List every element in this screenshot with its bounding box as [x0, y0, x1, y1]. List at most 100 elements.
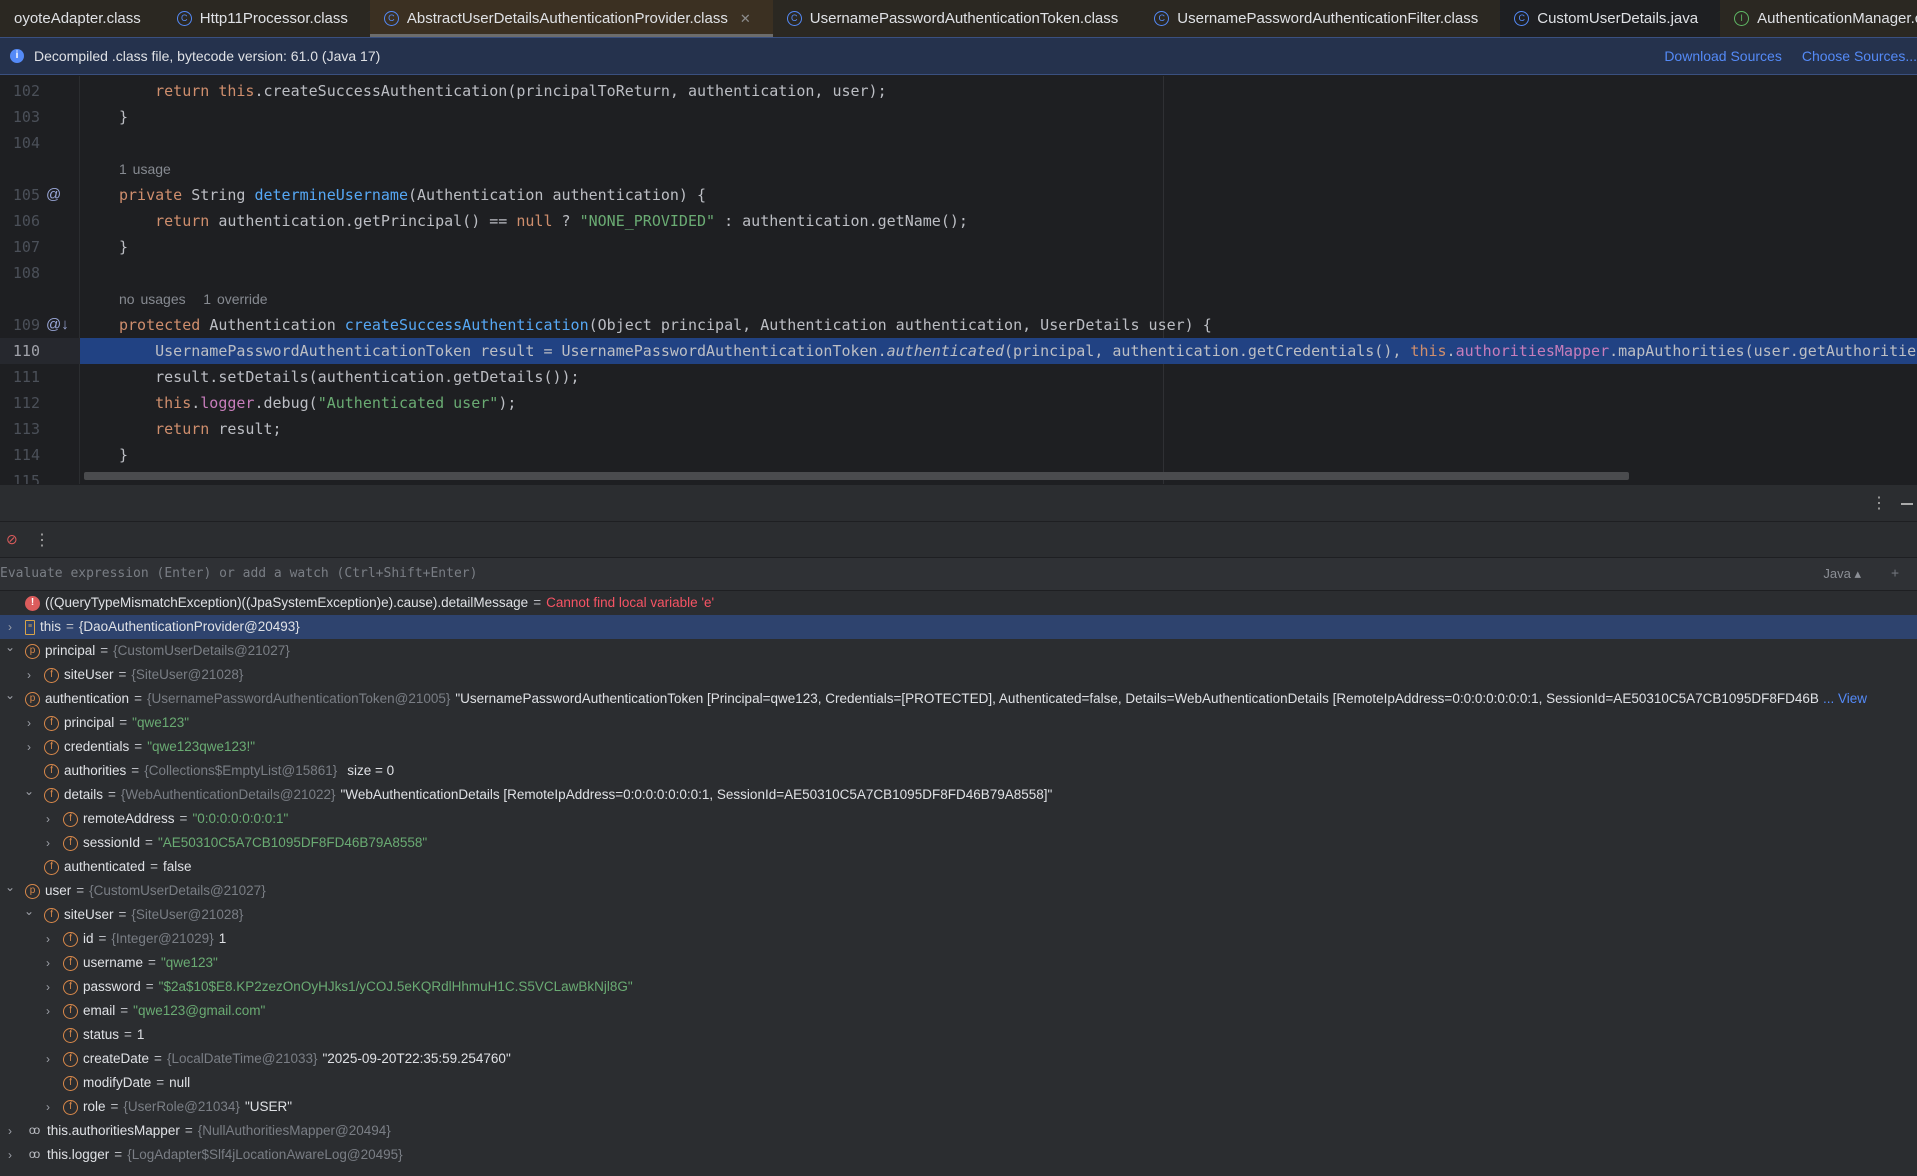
variable-row[interactable]: ⌄ p authentication = {UsernamePasswordAuthen…	[0, 687, 1917, 711]
download-sources-link[interactable]: Download Sources	[1664, 48, 1782, 64]
variable-row[interactable]: ⌄ p principal = {CustomUserDetails@21027}	[0, 639, 1917, 663]
variable-row[interactable]: f status = 1	[0, 1023, 1917, 1047]
annotation-gutter-icon[interactable]: @	[46, 182, 61, 208]
tab-5[interactable]: C CustomUserDetails.java	[1500, 0, 1721, 37]
field-icon: f	[63, 835, 78, 851]
code-token: .mapAuthorities(user.getAuthorities()));	[1609, 342, 1917, 360]
variable-row[interactable]: › f role = {UserRole@21034} "USER"	[0, 1095, 1917, 1119]
variable-row[interactable]: › oo this.authoritiesMapper = {NullAuthoriti…	[0, 1119, 1917, 1143]
code-line: 106 return authentication.getPrincipal()…	[0, 208, 1917, 234]
chevron-right-icon[interactable]: ›	[42, 807, 54, 831]
equals-sign: =	[533, 595, 542, 610]
variable-body: f credentials = "qwe123qwe123!"	[44, 735, 255, 759]
variable-row[interactable]: › f siteUser = {SiteUser@21028}	[0, 663, 1917, 687]
panel-header: ⋮	[0, 485, 1917, 521]
variable-name: principal	[45, 643, 96, 658]
code-token: }	[119, 446, 129, 464]
variable-row[interactable]: › f email = "qwe123@gmail.com"	[0, 999, 1917, 1023]
chevron-down-icon[interactable]: ⌄	[23, 783, 35, 803]
equals-sign: =	[145, 835, 153, 850]
field-icon: f	[44, 787, 59, 803]
code-line: 104	[0, 130, 1917, 156]
variable-name: this.authoritiesMapper	[47, 1123, 180, 1138]
evaluate-expression-input[interactable]: Evaluate expression (Enter) or add a wat…	[0, 557, 1917, 591]
chevron-right-icon[interactable]: ›	[42, 975, 54, 999]
variable-body: oo this.logger = {LogAdapter$Slf4jLocationA…	[25, 1143, 408, 1167]
add-watch-icon[interactable]: +	[1891, 558, 1899, 590]
chevron-right-icon[interactable]: ›	[42, 1095, 54, 1119]
code-token: this	[218, 82, 255, 100]
variable-type: {UserRole@21034}	[123, 1099, 240, 1114]
tab-1[interactable]: C Http11Processor.class	[163, 0, 370, 37]
chevron-right-icon[interactable]: ›	[42, 951, 54, 975]
variable-body: f remoteAddress = "0:0:0:0:0:0:0:1"	[63, 807, 288, 831]
language-selector[interactable]: Java ▴	[1823, 558, 1861, 590]
line-number: 110	[0, 338, 80, 364]
variable-row[interactable]: f authorities = {Collections$EmptyList@1586…	[0, 759, 1917, 783]
tab-2[interactable]: C AbstractUserDetailsAuthenticationProvid…	[369, 0, 773, 37]
chevron-down-icon[interactable]: ⌄	[4, 879, 16, 899]
chevron-down-icon[interactable]: ⌄	[23, 903, 35, 923]
variable-row[interactable]: ⌄ f siteUser = {SiteUser@21028}	[0, 903, 1917, 927]
override-gutter-icon[interactable]: @↓	[46, 312, 69, 338]
chevron-right-icon[interactable]: ›	[42, 1047, 54, 1071]
mute-breakpoints-icon[interactable]: ⊘	[6, 531, 18, 548]
variable-row[interactable]: › f password = "$2a$10$E8.KP2zezOnOyHJks1/yC…	[0, 975, 1917, 999]
more-options-icon[interactable]: ⋮	[1871, 493, 1887, 513]
variable-row[interactable]: › f principal = "qwe123"	[0, 711, 1917, 735]
variable-name: password	[83, 979, 141, 994]
chevron-right-icon[interactable]: ›	[23, 711, 35, 735]
variable-body: f authorities = {Collections$EmptyList@1586…	[44, 759, 394, 783]
chevron-down-icon[interactable]: ⌄	[4, 687, 16, 707]
equals-sign: =	[148, 955, 156, 970]
variable-row[interactable]: ⌄ f details = {WebAuthenticationDetails@2102…	[0, 783, 1917, 807]
variable-body: oo this.authoritiesMapper = {NullAuthoritie…	[25, 1119, 396, 1143]
chevron-right-icon[interactable]: ›	[4, 1143, 16, 1167]
tab-6[interactable]: I AuthenticationManager.class	[1720, 0, 1917, 37]
variable-row[interactable]: f modifyDate = null	[0, 1071, 1917, 1095]
class-icon: C	[176, 11, 192, 26]
close-tab-icon[interactable]: ✕	[740, 11, 751, 27]
chevron-right-icon[interactable]: ›	[42, 831, 54, 855]
usage-hint[interactable]: 1 usage	[119, 156, 171, 182]
variable-row[interactable]: › oo this.logger = {LogAdapter$Slf4jLocation…	[0, 1143, 1917, 1167]
variable-name: modifyDate	[83, 1075, 152, 1090]
toolbar-more-icon[interactable]: ⋮	[34, 530, 50, 550]
code-vision-hint: no usages 1 override	[0, 286, 1917, 312]
minimize-icon[interactable]	[1901, 503, 1913, 505]
code-line: 102 return this.createSuccessAuthenticat…	[0, 78, 1917, 104]
variable-row[interactable]: ! ((QueryTypeMismatchException)((JpaSyste…	[0, 591, 1917, 615]
variable-row[interactable]: › f credentials = "qwe123qwe123!"	[0, 735, 1917, 759]
chevron-right-icon[interactable]: ›	[42, 999, 54, 1023]
variable-row[interactable]: › f remoteAddress = "0:0:0:0:0:0:0:1"	[0, 807, 1917, 831]
variable-row[interactable]: › f username = "qwe123"	[0, 951, 1917, 975]
chevron-right-icon[interactable]: ›	[23, 663, 35, 687]
variable-name: ((QueryTypeMismatchException)((JpaSystem…	[45, 595, 529, 610]
banner-message: Decompiled .class file, bytecode version…	[34, 48, 381, 64]
chevron-right-icon[interactable]: ›	[42, 927, 54, 951]
code-text: result.setDetails(authentication.getDeta…	[119, 364, 579, 390]
variable-value: "qwe123"	[160, 955, 218, 970]
variable-row[interactable]: f authenticated = false	[0, 855, 1917, 879]
variable-row[interactable]: › f createDate = {LocalDateTime@21033} "2025-…	[0, 1047, 1917, 1071]
variable-value: Cannot find local variable 'e'	[546, 595, 715, 610]
chevron-right-icon[interactable]: ›	[4, 615, 16, 639]
chevron-right-icon[interactable]: ›	[23, 735, 35, 759]
code-token: authentication.getPrincipal() ==	[218, 212, 517, 230]
horizontal-scrollbar[interactable]	[84, 472, 1629, 480]
class-icon: C	[1154, 11, 1170, 26]
usage-hint[interactable]: no usages 1 override	[119, 286, 268, 312]
variable-row[interactable]: › f id = {Integer@21029} 1	[0, 927, 1917, 951]
choose-sources-link[interactable]: Choose Sources...	[1802, 48, 1917, 64]
chevron-right-icon[interactable]: ›	[4, 1119, 16, 1143]
code-editor[interactable]: 102 return this.createSuccessAuthenticat…	[0, 76, 1917, 484]
tab-0[interactable]: oyoteAdapter.class	[0, 0, 163, 37]
variable-row[interactable]: › ≡ this = {DaoAuthenticationProvider@20493}	[0, 615, 1917, 639]
variable-row[interactable]: › f sessionId = "AE50310C5A7CB1095DF8FD46B79…	[0, 831, 1917, 855]
variable-row[interactable]: ⌄ p user = {CustomUserDetails@21027}	[0, 879, 1917, 903]
equals-sign: =	[184, 1123, 193, 1138]
tab-3[interactable]: C UsernamePasswordAuthenticationToken.cla…	[773, 0, 1141, 37]
chevron-down-icon[interactable]: ⌄	[4, 639, 16, 659]
view-value-link[interactable]: ... View	[1823, 687, 1867, 711]
tab-4[interactable]: C UsernamePasswordAuthenticationFilter.cl…	[1140, 0, 1500, 37]
